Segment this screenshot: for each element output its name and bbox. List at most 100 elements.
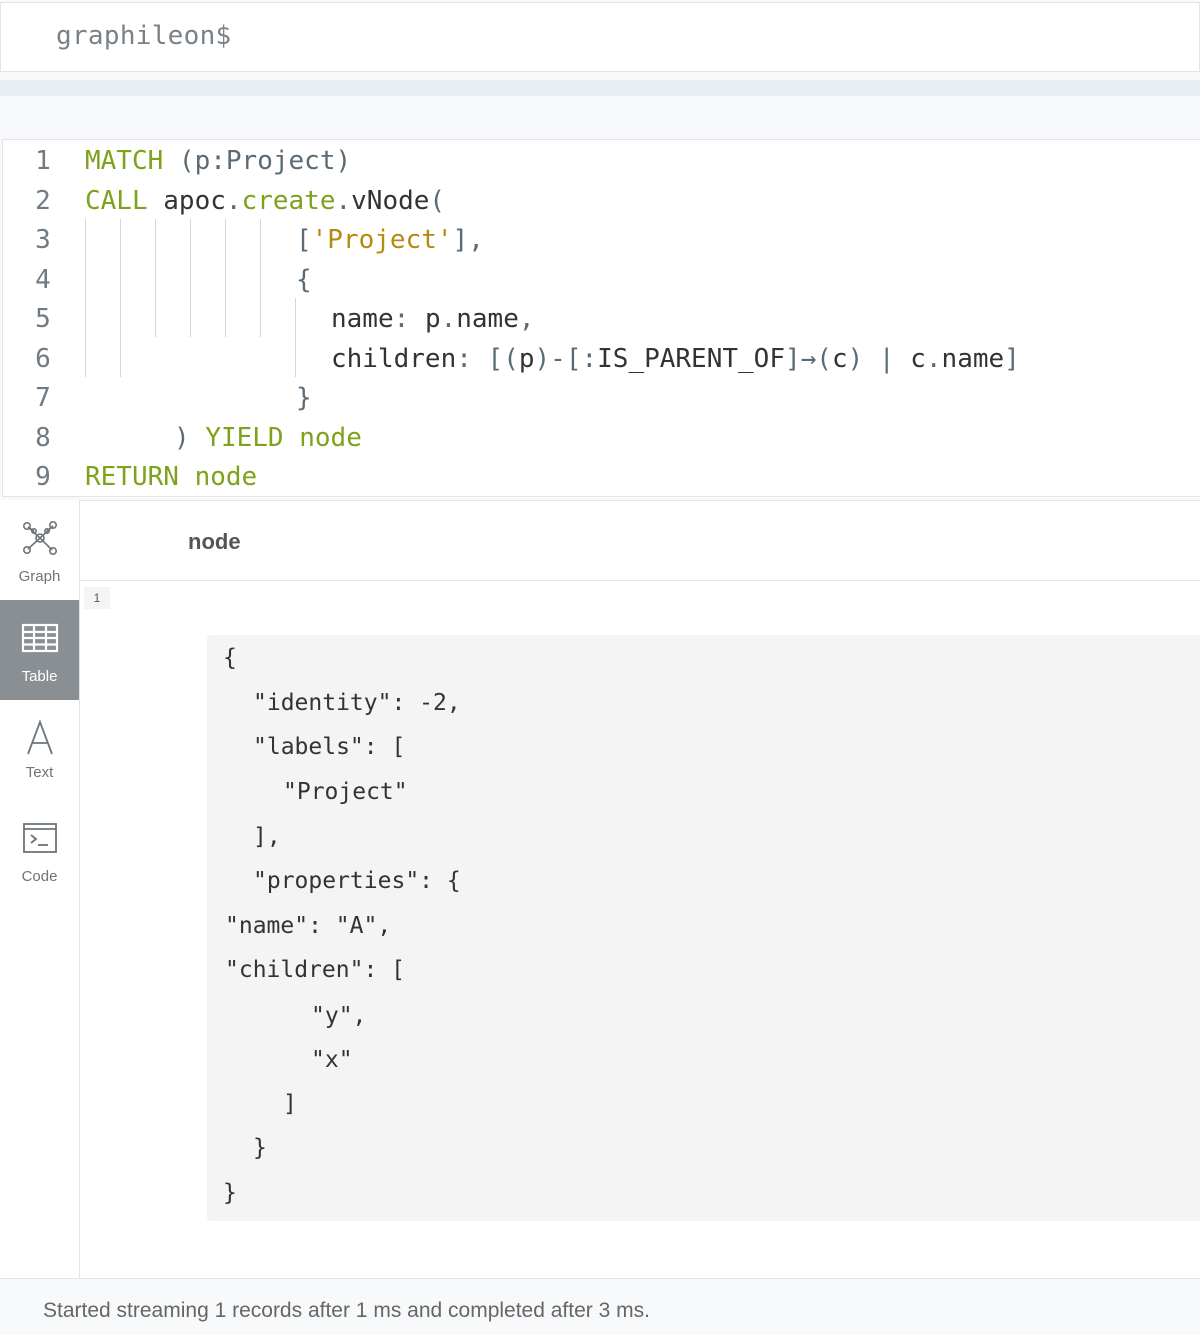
editor-line: 7}: [3, 379, 1200, 419]
view-table-button[interactable]: Table: [0, 600, 79, 700]
code-token: create: [241, 185, 336, 216]
code-token: p: [424, 304, 441, 334]
command-prompt: graphileon$: [56, 21, 232, 51]
code-token: :: [393, 304, 425, 334]
json-line: }: [223, 1180, 237, 1206]
code-token: c: [831, 343, 848, 374]
indent-guide: [225, 219, 226, 337]
editor-line: 2 CALL apoc.create.vNode(: [3, 182, 1200, 222]
code-token: .: [925, 343, 942, 374]
code-token: }: [296, 383, 312, 413]
json-line: "children": [: [225, 957, 406, 983]
table-icon: [21, 623, 59, 653]
json-line: ],: [253, 824, 281, 850]
editor-line: 8) YIELD node: [3, 419, 1200, 459]
code-token: ) |: [847, 343, 911, 374]
code-token: CALL: [85, 185, 148, 216]
row-index: 1: [84, 587, 110, 609]
view-text-button[interactable]: Text: [0, 700, 79, 800]
json-line: "name": "A",: [225, 913, 392, 939]
code-text: ['Project'],: [296, 221, 484, 261]
code-token: MATCH: [85, 146, 164, 176]
line-number: 1: [35, 146, 51, 176]
code-token: .: [225, 185, 242, 216]
code-token: name: [456, 304, 519, 334]
table-header: node: [80, 501, 1200, 581]
code-text: CALL apoc.create.vNode(: [85, 182, 445, 222]
text-icon: [27, 719, 53, 755]
view-code-label: Code: [21, 868, 58, 885]
code-token: 'Project': [311, 225, 453, 255]
line-number: 6: [35, 343, 51, 374]
status-text: Started streaming 1 records after 1 ms a…: [43, 1299, 650, 1322]
view-sidebar: Graph Table Text Code: [0, 500, 80, 1278]
divider-band: [0, 80, 1200, 96]
column-header-node[interactable]: node: [188, 529, 241, 555]
view-code-button[interactable]: Code: [0, 800, 79, 900]
view-graph-button[interactable]: Graph: [0, 500, 79, 600]
line-number: 7: [35, 383, 51, 413]
code-token: .: [440, 304, 457, 334]
code-text: children: [(p)-[:IS_PARENT_OF]→(c) | c.n…: [331, 340, 1020, 380]
line-number: 3: [35, 225, 51, 255]
code-token: IS_PARENT_OF: [597, 343, 785, 374]
line-number: 8: [35, 422, 51, 453]
code-text: ) YIELD node: [174, 419, 362, 459]
code-token: (p:Project): [163, 146, 352, 176]
editor-line: 4{: [3, 261, 1200, 301]
line-number: 4: [35, 264, 51, 295]
query-editor[interactable]: 1 MATCH (p:Project) 2 CALL apoc.create.vNod…: [2, 139, 1200, 497]
code-token: ): [174, 422, 206, 453]
code-text: {: [296, 261, 312, 301]
editor-line: 3 ['Project'],: [3, 221, 1200, 261]
json-line: "properties": {: [253, 868, 461, 894]
code-token: [: [296, 225, 312, 255]
code-token: children: [331, 343, 457, 374]
code-token: p: [518, 343, 535, 374]
line-number: 2: [35, 185, 51, 216]
code-token: (: [429, 185, 446, 216]
line-number: 9: [35, 462, 51, 492]
indent-guide: [295, 298, 296, 377]
code-text: name: p.name,: [331, 300, 535, 340]
table-cell-json[interactable]: { "identity": -2, "labels": [ "Project"], "p…: [207, 635, 1200, 1221]
json-line: "identity": -2,: [253, 690, 461, 716]
code-text: RETURN node: [85, 458, 257, 498]
view-graph-label: Graph: [18, 568, 61, 585]
json-line: }: [253, 1135, 267, 1161]
code-token: RETURN node: [85, 462, 258, 492]
status-bar: Started streaming 1 records after 1 ms a…: [0, 1278, 1200, 1335]
code-token: : [(: [456, 343, 519, 374]
code-token: ]: [1004, 343, 1020, 374]
code-token: ],: [452, 225, 484, 255]
indent-guide: [155, 219, 156, 337]
editor-line: 9 RETURN node: [3, 458, 1200, 498]
code-token: {: [296, 264, 312, 295]
indent-guide: [120, 219, 121, 377]
code-text: }: [296, 379, 312, 419]
code-token: c: [910, 343, 926, 374]
code-token: vNode: [351, 185, 430, 216]
code-token: ,: [518, 304, 535, 334]
code-token: YIELD node: [205, 422, 362, 453]
json-line: "y",: [311, 1003, 367, 1029]
command-bar[interactable]: graphileon$: [0, 2, 1200, 72]
code-token: name: [331, 304, 394, 334]
json-line: "Project": [283, 779, 408, 805]
code-token: apoc: [147, 185, 226, 216]
editor-line: 5 name: p.name,: [3, 300, 1200, 340]
json-line: {: [223, 645, 237, 671]
indent-guide: [260, 219, 261, 337]
code-icon: [23, 823, 57, 853]
view-text-label: Text: [25, 764, 54, 781]
code-text: MATCH (p:Project): [85, 142, 351, 182]
json-line: "labels": [: [253, 734, 406, 760]
editor-line: 1 MATCH (p:Project): [3, 142, 1200, 182]
code-token: .: [335, 185, 352, 216]
json-line: ]: [283, 1091, 297, 1117]
code-token: name: [941, 343, 1005, 374]
code-token: )-[:: [534, 343, 598, 374]
editor-line: 6 children: [(p)-[:IS_PARENT_OF]→(c) | c.…: [3, 340, 1200, 380]
indent-guide: [190, 219, 191, 337]
code-token: ]→(: [784, 343, 832, 374]
